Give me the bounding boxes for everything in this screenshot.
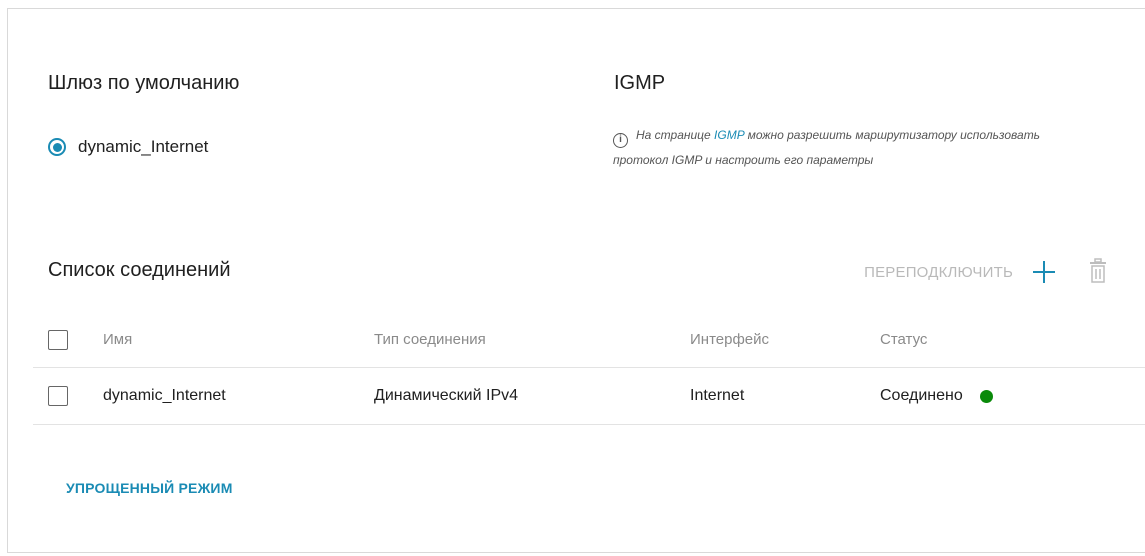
igmp-note-before: На странице — [636, 128, 715, 142]
row-checkbox[interactable] — [48, 386, 68, 406]
gateway-title: Шлюз по умолчанию — [48, 72, 240, 94]
row-name: dynamic_Internet — [103, 387, 226, 404]
info-icon: i — [613, 132, 628, 148]
plus-icon[interactable] — [1031, 259, 1057, 285]
gateway-radio[interactable] — [48, 138, 66, 156]
row-status-text: Соединено — [880, 387, 963, 404]
column-header-interface[interactable]: Интерфейс — [690, 312, 769, 367]
table-header-row: Имя Тип соединения Интерфейс Статус — [33, 312, 1145, 368]
column-header-name[interactable]: Имя — [103, 312, 132, 367]
igmp-title: IGMP — [614, 72, 666, 94]
row-interface: Internet — [690, 387, 745, 404]
connections-table: Имя Тип соединения Интерфейс Статус dyna… — [33, 312, 1145, 425]
gateway-option-label: dynamic_Internet — [78, 137, 209, 156]
connections-toolbar: ПЕРЕПОДКЛЮЧИТЬ — [864, 258, 1109, 286]
row-select-cell — [48, 368, 68, 424]
simple-mode-button[interactable]: УПРОЩЕННЫЙ РЕЖИМ — [66, 480, 233, 496]
status-indicator-icon — [979, 389, 993, 403]
radio-selected-dot — [52, 142, 62, 152]
igmp-link[interactable]: IGMP — [714, 128, 744, 142]
select-all-cell — [48, 312, 68, 367]
row-type: Динамический IPv4 — [374, 387, 519, 404]
select-all-checkbox[interactable] — [48, 329, 68, 350]
gateway-option[interactable]: dynamic_Internet — [48, 137, 208, 157]
table-row[interactable]: dynamic_Internet Динамический IPv4 Inter… — [33, 368, 1145, 425]
column-header-type[interactable]: Тип соединения — [374, 312, 486, 367]
trash-icon[interactable] — [1087, 258, 1109, 286]
reconnect-button[interactable]: ПЕРЕПОДКЛЮЧИТЬ — [864, 264, 1013, 281]
connections-title: Список соединений — [48, 259, 231, 281]
column-header-status[interactable]: Статус — [880, 312, 927, 367]
row-status: Соединено — [880, 368, 993, 424]
igmp-info-note: i На странице IGMP можно разрешить маршру… — [613, 123, 1043, 172]
